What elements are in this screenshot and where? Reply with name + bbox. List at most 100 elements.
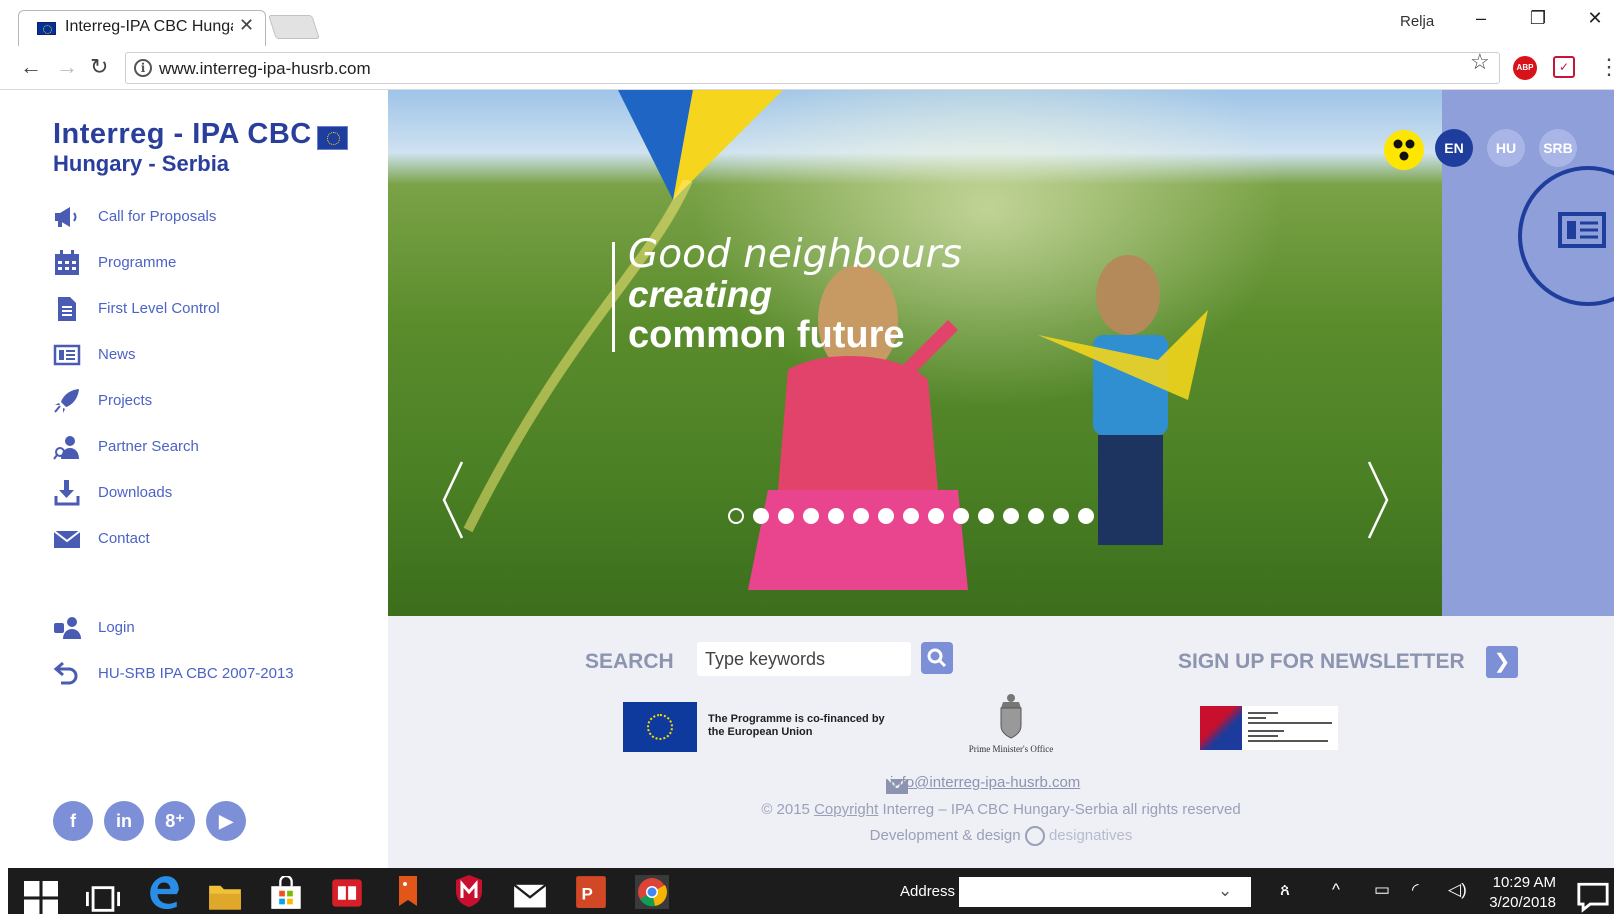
serbian-government-logo[interactable] xyxy=(1200,706,1338,750)
slider-dot[interactable] xyxy=(928,508,944,524)
forward-icon[interactable]: → xyxy=(56,54,78,80)
calendar-icon xyxy=(53,250,81,276)
language-srb-button[interactable]: SRB xyxy=(1539,129,1577,167)
slider-dot[interactable] xyxy=(953,508,969,524)
sidebar-item-call-for-proposals[interactable]: Call for Proposals xyxy=(53,201,353,233)
mascot-app-icon[interactable] xyxy=(391,874,425,908)
slider-dot[interactable] xyxy=(878,508,894,524)
slider-dot[interactable] xyxy=(1078,508,1094,524)
pocket-icon[interactable]: ✓ xyxy=(1553,56,1575,78)
slider-prev-button[interactable] xyxy=(440,460,470,540)
logo-subtitle[interactable]: Hungary - Serbia xyxy=(53,151,229,177)
show-hidden-icons-icon[interactable]: ^ xyxy=(1332,880,1340,900)
address-refresh-icon[interactable]: ↻ xyxy=(1234,880,1248,900)
adblock-plus-icon[interactable]: ABP xyxy=(1513,56,1537,80)
slider-dot[interactable] xyxy=(728,508,744,524)
copyright-link[interactable]: Copyright xyxy=(814,801,878,818)
restore-icon[interactable]: ❐ xyxy=(1523,8,1553,29)
newsletter-label[interactable]: SIGN UP FOR NEWSLETTER xyxy=(1178,650,1465,674)
slider-dot[interactable] xyxy=(853,508,869,524)
sidebar-item-archive[interactable]: HU-SRB IPA CBC 2007-2013 xyxy=(53,658,353,690)
new-tab-button[interactable] xyxy=(268,15,320,39)
youtube-icon[interactable]: ▶ xyxy=(206,801,246,841)
slider-dot[interactable] xyxy=(753,508,769,524)
back-icon[interactable]: ← xyxy=(20,54,42,80)
slider-dot[interactable] xyxy=(1003,508,1019,524)
news-widget-button[interactable] xyxy=(1518,166,1614,306)
sidebar-item-first-level-control[interactable]: First Level Control xyxy=(53,293,353,325)
slider-next-button[interactable] xyxy=(1363,460,1393,540)
action-center-icon[interactable] xyxy=(1576,880,1610,914)
address-dropdown-icon[interactable]: ⌄ xyxy=(1218,881,1232,901)
footer-email[interactable]: info@interreg-ipa-husrb.com xyxy=(890,774,1080,791)
windows-start-icon[interactable] xyxy=(24,881,58,914)
newspaper-icon xyxy=(1558,212,1606,248)
reader-app-icon[interactable] xyxy=(330,876,364,910)
search-input[interactable] xyxy=(697,642,911,676)
sidebar-item-projects[interactable]: Projects xyxy=(53,385,353,417)
tab-close-icon[interactable]: ✕ xyxy=(239,15,254,36)
accessibility-icon[interactable] xyxy=(1384,130,1424,170)
powerpoint-icon[interactable]: P xyxy=(574,875,608,909)
search-button[interactable] xyxy=(921,642,953,674)
mcafee-icon[interactable] xyxy=(452,874,486,908)
slider-dot[interactable] xyxy=(778,508,794,524)
close-window-icon[interactable]: ✕ xyxy=(1580,8,1610,29)
battery-icon[interactable]: ▭ xyxy=(1374,880,1390,900)
browser-tab[interactable]: Interreg-IPA CBC Hungar ✕ xyxy=(18,10,266,46)
email-link[interactable]: info@interreg-ipa-husrb.com xyxy=(890,774,1080,791)
slider-dot[interactable] xyxy=(1053,508,1069,524)
edge-browser-icon[interactable] xyxy=(147,875,181,909)
sidebar-item-partner-search[interactable]: Partner Search xyxy=(53,431,353,463)
reload-icon[interactable]: ↻ xyxy=(90,54,108,80)
slider-dot[interactable] xyxy=(803,508,819,524)
file-explorer-icon[interactable] xyxy=(208,879,242,913)
taskbar-clock[interactable]: 10:29 AM 3/20/2018 xyxy=(1486,873,1556,913)
store-icon[interactable] xyxy=(269,876,303,910)
sidebar-item-contact[interactable]: Contact xyxy=(53,523,353,555)
designatives-logo-icon[interactable] xyxy=(1024,826,1045,846)
partner-search-icon xyxy=(53,434,81,460)
clock-date: 3/20/2018 xyxy=(1489,894,1556,911)
linkedin-icon[interactable]: in xyxy=(104,801,144,841)
newsletter-button[interactable]: ❯ xyxy=(1486,646,1518,678)
chrome-icon[interactable] xyxy=(635,875,669,909)
info-icon[interactable]: i xyxy=(134,59,152,77)
slider-dot[interactable] xyxy=(1028,508,1044,524)
chevron-right-icon xyxy=(1367,461,1389,539)
prime-minister-office-logo[interactable]: Prime Minister's Office xyxy=(966,692,1056,772)
sidebar: Interreg - IPA CBC Hungary - Serbia Call… xyxy=(8,90,388,868)
task-view-icon[interactable] xyxy=(86,882,120,914)
sidebar-item-downloads[interactable]: Downloads xyxy=(53,477,353,509)
logo-title[interactable]: Interreg - IPA CBC xyxy=(53,118,312,151)
browser-menu-icon[interactable]: ⋮ xyxy=(1598,54,1614,80)
language-en-button[interactable]: EN xyxy=(1435,129,1473,167)
minimize-icon[interactable]: – xyxy=(1466,8,1496,29)
profile-name[interactable]: Relja xyxy=(1400,13,1434,30)
volume-icon[interactable]: ◁) xyxy=(1448,880,1467,900)
taskbar-address-input[interactable] xyxy=(959,877,1251,907)
tagline-bar xyxy=(612,242,615,352)
developer-brand[interactable]: designatives xyxy=(1049,827,1132,844)
language-hu-button[interactable]: HU xyxy=(1487,129,1525,167)
mail-app-icon[interactable] xyxy=(513,878,547,912)
eu-flag-logo[interactable] xyxy=(623,702,697,752)
slider-dot[interactable] xyxy=(828,508,844,524)
sidebar-item-label: Call for Proposals xyxy=(98,208,217,225)
bookmark-star-icon[interactable]: ☆ xyxy=(1470,49,1490,75)
google-plus-icon[interactable]: 8⁺ xyxy=(155,801,195,841)
sidebar-item-programme[interactable]: Programme xyxy=(53,247,353,279)
wifi-icon[interactable]: ◜ xyxy=(1412,880,1419,900)
serbia-eu-flag-icon xyxy=(1200,706,1242,750)
sidebar-item-news[interactable]: News xyxy=(53,339,353,371)
serbian-government-fineprint xyxy=(1248,712,1332,742)
url-text[interactable]: www.interreg-ipa-husrb.com xyxy=(159,59,371,79)
sidebar-item-login[interactable]: Login xyxy=(53,612,353,644)
people-icon[interactable]: ጰ xyxy=(1280,880,1290,900)
slider-dot[interactable] xyxy=(903,508,919,524)
facebook-icon[interactable]: f xyxy=(53,801,93,841)
address-bar[interactable]: i www.interreg-ipa-husrb.com xyxy=(125,52,1500,84)
slider-dot[interactable] xyxy=(978,508,994,524)
copyright-year: © 2015 xyxy=(761,801,810,818)
mail-icon xyxy=(53,526,81,552)
